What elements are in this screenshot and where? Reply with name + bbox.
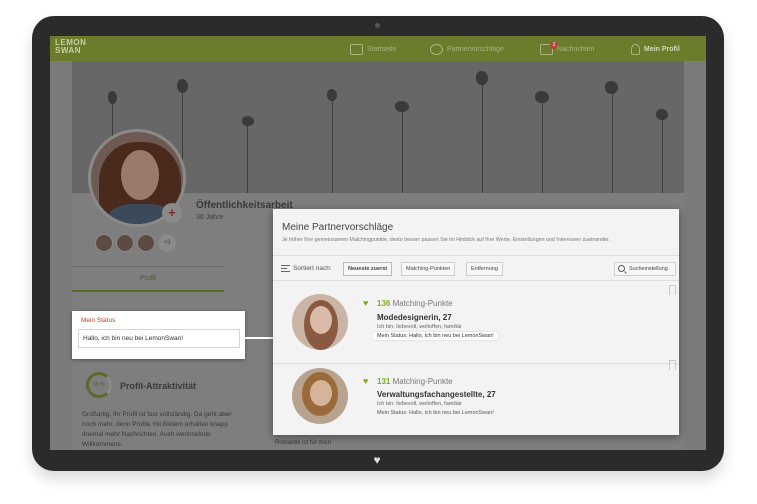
points-value: 131: [377, 377, 391, 386]
partner-traits: Ich bin: liebevoll, weltoffen, familiär: [377, 324, 462, 330]
user-icon: [631, 43, 640, 55]
nav-label: Mein Profil: [644, 45, 680, 53]
partner-photo[interactable]: [292, 294, 348, 350]
sort-label: Sortiert nach:: [281, 265, 332, 272]
profile-age: 30 Jahre: [196, 214, 224, 221]
status-input[interactable]: Hallo, ich bin neu bei LemonSwan!: [78, 329, 240, 348]
heart-icon: ♥: [363, 298, 369, 308]
message-count-badge: 2: [550, 40, 558, 49]
search-icon: [618, 265, 625, 272]
nav-item-partnervorschlaege[interactable]: Partnervorschläge: [430, 42, 504, 56]
cover-decoration: [605, 81, 618, 94]
sort-matching-button[interactable]: Matching-Punkten: [401, 262, 456, 276]
cover-decoration: [542, 98, 543, 193]
cover-decoration: [476, 71, 488, 85]
status-label: Mein Status: [81, 317, 116, 324]
nav-item-startseite[interactable]: Startseite: [350, 42, 397, 56]
romantik-text: Romantik ist für mich: [275, 440, 332, 446]
heart-icon: ♥: [363, 376, 369, 386]
photo-face: [310, 306, 332, 334]
matching-points: 136 Matching-Punkte: [377, 299, 453, 308]
bookmark-icon[interactable]: [669, 360, 676, 370]
matching-points: 131 Matching-Punkte: [377, 377, 453, 386]
partner-traits: Ich bin: liebevoll, weltoffen, familiär: [377, 401, 462, 407]
cover-decoration: [662, 113, 663, 193]
add-photo-button[interactable]: +: [162, 203, 182, 223]
points-label: Matching-Punkte: [392, 377, 453, 386]
stage: ♥ LEMON SWAN Startseite Partnervorschläg…: [0, 0, 757, 504]
nav-item-nachrichten[interactable]: 2 Nachrichten: [540, 40, 595, 56]
points-value: 136: [377, 299, 391, 308]
attractiveness-progress: 65 %: [86, 372, 112, 398]
status-card: Mein Status Hallo, ich bin neu bei Lemon…: [72, 311, 245, 359]
sort-lines-icon: [281, 265, 290, 272]
photo-thumbnail[interactable]: [116, 234, 134, 252]
cover-decoration: [327, 89, 337, 101]
partner-status: Mein Status: Hallo, ich bin neu bei Lemo…: [377, 410, 494, 416]
cover-decoration: [482, 73, 483, 193]
partner-card[interactable]: ♥ 136 Matching-Punkte Modedesignerin, 27…: [273, 282, 679, 364]
cover-decoration: [402, 108, 403, 193]
more-photos-button[interactable]: +3: [158, 234, 176, 252]
cover-decoration: [177, 79, 188, 93]
cover-decoration: [242, 116, 254, 126]
partner-photo[interactable]: [292, 368, 348, 424]
partner-name: Modedesignerin, 27: [377, 313, 452, 322]
sort-label-text: Sortiert nach:: [293, 265, 332, 272]
search-settings-button[interactable]: Sucheinstellung: [614, 262, 676, 276]
cover-decoration: [656, 109, 668, 120]
nav-item-mein-profil[interactable]: Mein Profil: [631, 42, 680, 56]
nav-label: Startseite: [367, 45, 397, 53]
people-icon: [430, 43, 443, 55]
sort-distance-button[interactable]: Entfernung: [466, 262, 503, 276]
cover-decoration: [108, 91, 117, 104]
top-navigation: LEMON SWAN Startseite Partnervorschläge …: [50, 36, 706, 61]
photo-thumbnail[interactable]: [95, 234, 113, 252]
attractiveness-text: Großartig, Ihr Profil ist fast vollständ…: [82, 411, 232, 448]
cover-decoration: [535, 91, 549, 103]
camera-dot: [375, 23, 380, 28]
home-icon: [350, 43, 363, 55]
points-label: Matching-Punkte: [392, 299, 453, 308]
partner-suggestions-panel: Meine Partnervorschläge Je höher Ihre ge…: [273, 209, 679, 435]
search-settings-label: Sucheinstellung: [629, 266, 668, 272]
attractiveness-title: Profil-Attraktivität: [120, 381, 197, 391]
cover-decoration: [332, 93, 333, 193]
logo-text-swan: SWAN: [55, 46, 81, 55]
avatar-face: [121, 150, 159, 200]
swan-home-icon[interactable]: ♥: [370, 453, 384, 467]
partner-status: Mein Status: Hallo, ich bin neu bei Lemo…: [373, 332, 498, 340]
cover-decoration: [395, 101, 409, 112]
photo-thumbnails: +3: [95, 234, 176, 252]
photo-thumbnail[interactable]: [137, 234, 155, 252]
cover-decoration: [247, 123, 248, 193]
bookmark-icon[interactable]: [669, 285, 676, 295]
partner-card[interactable]: ♥ 131 Matching-Punkte Verwaltungsfachang…: [273, 360, 679, 435]
panel-subtitle: Je höher Ihre gemeinsamen Matchingpunkte…: [282, 237, 610, 243]
mail-icon: 2: [540, 40, 558, 55]
photo-face: [310, 380, 332, 406]
nav-label: Partnervorschläge: [447, 45, 504, 53]
nav-label: Nachrichten: [557, 45, 595, 53]
tab-profil[interactable]: Profil: [72, 266, 224, 292]
sort-bar: Sortiert nach: Neueste zuerst Matching-P…: [273, 255, 679, 281]
lemonswan-logo[interactable]: LEMON SWAN: [55, 39, 105, 59]
partner-name: Verwaltungsfachangestellte, 27: [377, 390, 496, 399]
panel-title: Meine Partnervorschläge: [282, 222, 394, 233]
sort-newest-button[interactable]: Neueste zuerst: [343, 262, 393, 276]
cover-decoration: [612, 88, 613, 193]
